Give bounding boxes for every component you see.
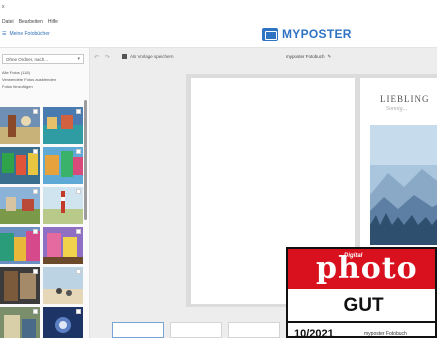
photo-thumbnail[interactable] [0, 227, 40, 264]
brand-logo: MYPOSTER [262, 27, 352, 41]
page-thumbnail[interactable] [228, 322, 280, 338]
my-projects-label: Meine Fotobücher [9, 31, 50, 37]
photo-thumbnail[interactable] [43, 107, 83, 144]
book-title[interactable]: myposter Fotobuch ✎ [286, 54, 331, 60]
save-icon [122, 54, 127, 59]
photo-thumbnail[interactable] [0, 187, 40, 224]
book-title-text: myposter Fotobuch [286, 54, 325, 59]
select-checkbox[interactable] [76, 189, 81, 194]
photo-thumbnail[interactable] [43, 187, 83, 224]
folder-select-value: Ohne Ordner, nach... [6, 57, 49, 62]
badge-rating: GUT [288, 289, 435, 323]
brand-name: MYPOSTER [282, 27, 352, 41]
sidebar-scrollbar[interactable] [84, 100, 87, 220]
photo-thumbnail[interactable] [0, 307, 40, 338]
back-arrow-icon: ☰ [2, 31, 7, 37]
test-seal-badge: Digital photo GUT 10/2021 myposter Fotob… [286, 247, 437, 338]
photo-thumbnail[interactable] [0, 147, 40, 184]
top-bar: x Datei Bearbeiten Hilfe ☰ Meine Fotobüc… [0, 0, 437, 48]
badge-fine-print: myposter Fotobuch [364, 331, 407, 337]
sidebar-links: Alle Fotos (118) Verwendete Fotos ausble… [2, 69, 56, 90]
select-checkbox[interactable] [76, 109, 81, 114]
page-subtitle[interactable]: Sonnig... [386, 106, 407, 112]
link-add-photos[interactable]: Fotos hinzufügen [2, 83, 56, 90]
folder-select[interactable]: Ohne Ordner, nach... ▾ [2, 54, 84, 64]
page-thumbnail[interactable] [170, 322, 222, 338]
menu-item-datei[interactable]: Datei [2, 19, 14, 25]
save-template-button[interactable]: Als Vorlage speichern [122, 54, 174, 59]
chevron-down-icon: ▾ [77, 56, 80, 62]
photo-thumbnail[interactable] [43, 147, 83, 184]
select-checkbox[interactable] [76, 149, 81, 154]
poster-icon [262, 27, 278, 41]
link-hide-used[interactable]: Verwendete Fotos ausblenden [2, 76, 56, 83]
select-checkbox[interactable] [33, 189, 38, 194]
menu-item-bearbeiten[interactable]: Bearbeiten [19, 19, 43, 25]
photo-thumbnail[interactable] [43, 267, 83, 304]
photo-thumbnail[interactable] [43, 307, 83, 338]
page-thumbnail[interactable] [112, 322, 164, 338]
menu-bar: Datei Bearbeiten Hilfe [2, 19, 58, 25]
my-projects-link[interactable]: ☰ Meine Fotobücher [2, 31, 50, 37]
photo-thumbnail[interactable] [0, 267, 40, 304]
photo-thumbnail[interactable] [0, 107, 40, 144]
close-button[interactable]: x [2, 4, 5, 10]
page-photo[interactable] [370, 125, 437, 245]
select-checkbox[interactable] [33, 109, 38, 114]
select-checkbox[interactable] [76, 229, 81, 234]
select-checkbox[interactable] [76, 269, 81, 274]
menu-item-hilfe[interactable]: Hilfe [48, 19, 58, 25]
select-checkbox[interactable] [33, 149, 38, 154]
photo-sidebar: Ohne Ordner, nach... ▾ Alle Fotos (118) … [0, 48, 90, 338]
photo-thumbnail[interactable] [43, 227, 83, 264]
select-checkbox[interactable] [33, 309, 38, 314]
canvas-toolbar: ↶ ↷ Als Vorlage speichern myposter Fotob… [90, 48, 437, 68]
link-all-photos[interactable]: Alle Fotos (118) [2, 69, 56, 76]
badge-date: 10/2021 [294, 328, 334, 338]
select-checkbox[interactable] [76, 309, 81, 314]
page-title[interactable]: LIEBLING [380, 94, 430, 104]
pencil-icon: ✎ [327, 54, 332, 59]
save-template-label: Als Vorlage speichern [130, 54, 174, 59]
photo-grid [0, 107, 84, 338]
badge-header: Digital photo [288, 249, 435, 289]
select-checkbox[interactable] [33, 229, 38, 234]
select-checkbox[interactable] [33, 269, 38, 274]
badge-magazine-name: photo [316, 251, 418, 286]
undo-redo-buttons[interactable]: ↶ ↷ [94, 54, 112, 61]
